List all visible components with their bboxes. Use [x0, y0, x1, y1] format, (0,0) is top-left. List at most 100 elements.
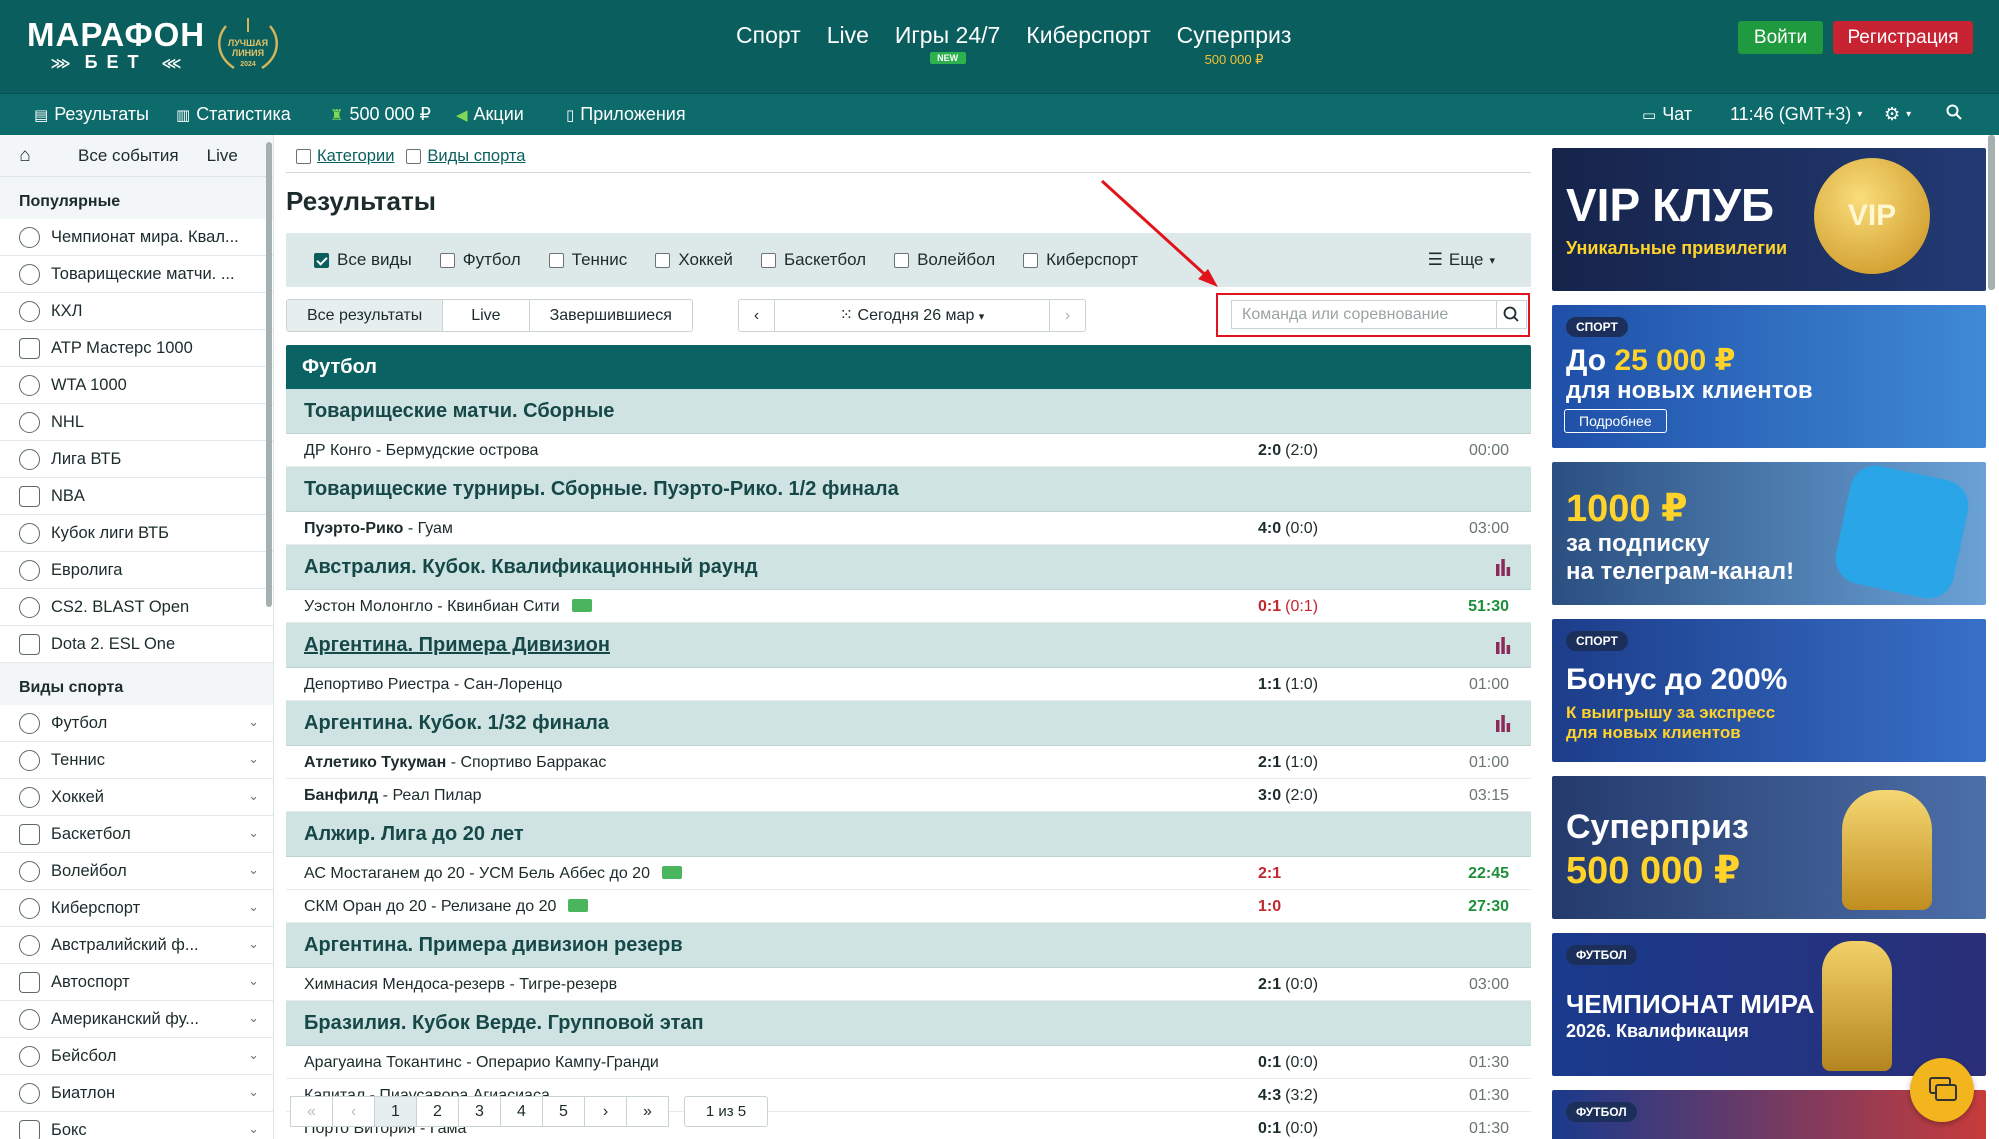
details-button[interactable]: Подробнее	[1564, 409, 1667, 433]
next-date-button[interactable]: ›	[1049, 300, 1085, 331]
filter-basketball[interactable]: Баскетбол	[760, 250, 866, 270]
page-button[interactable]: 4	[500, 1096, 543, 1127]
sidebar-scrollbar[interactable]	[266, 142, 272, 607]
prev-page-button[interactable]: ‹	[332, 1096, 375, 1127]
nav-sport[interactable]: Спорт	[736, 22, 801, 68]
chevron-down-icon[interactable]: ⌄	[248, 1084, 259, 1100]
apps-link[interactable]: ▯ Приложения	[566, 104, 686, 125]
settings-button[interactable]: ⚙ ▾	[1884, 104, 1911, 125]
statistics-link[interactable]: ▥ Статистика	[176, 104, 291, 125]
first-page-button[interactable]: «	[290, 1096, 333, 1127]
chevron-down-icon[interactable]: ⌄	[248, 862, 259, 878]
page-button[interactable]: 5	[542, 1096, 585, 1127]
chevron-down-icon[interactable]: ⌄	[248, 1047, 259, 1063]
nav-superprize[interactable]: Суперприз 500 000 ₽	[1177, 22, 1292, 68]
tab-all-results[interactable]: Все результаты	[287, 300, 444, 331]
nav-games[interactable]: Игры 24/7 NEW	[895, 22, 1000, 68]
chevron-down-icon[interactable]: ⌄	[248, 788, 259, 804]
sidebar-popular-item[interactable]: WTA 1000	[0, 367, 273, 404]
banner-world-cup[interactable]: ФУТБОЛ ЧЕМПИОНАТ МИРА 2026. Квалификация	[1552, 933, 1986, 1076]
sidebar-popular-item[interactable]: Евролига	[0, 552, 273, 589]
filter-volleyball[interactable]: Волейбол	[894, 250, 995, 270]
match-row[interactable]: АС Мостаганем до 20 - УСМ Бель Аббес до …	[286, 857, 1531, 890]
chevron-down-icon[interactable]: ⌄	[248, 1121, 259, 1137]
filter-tennis[interactable]: Теннис	[548, 250, 627, 270]
sidebar-sport-item[interactable]: Киберспорт ⌄	[0, 890, 273, 927]
sidebar-popular-item[interactable]: Товарищеские матчи. ...	[0, 256, 273, 293]
match-row[interactable]: ДР Конго - Бермудские острова 2:0 (2:0) 00:…	[286, 434, 1531, 467]
sidebar-sport-item[interactable]: Хоккей ⌄	[0, 779, 273, 816]
tab-finished[interactable]: Завершившиеся	[529, 300, 692, 331]
banner-express-bonus[interactable]: СПОРТ Бонус до 200% К выигрышу за экспре…	[1552, 619, 1986, 762]
match-row[interactable]: Банфилд - Реал Пилар 3:0 (2:0) 03:15	[286, 779, 1531, 812]
video-icon[interactable]	[568, 899, 589, 912]
page-button[interactable]: 1	[374, 1096, 417, 1127]
sidebar-popular-item[interactable]: Dota 2. ESL One	[0, 626, 273, 663]
prize-link[interactable]: ♜ 500 000 ₽	[330, 104, 431, 125]
chevron-down-icon[interactable]: ⌄	[248, 714, 259, 730]
statistics-icon[interactable]	[1494, 714, 1512, 732]
search-button[interactable]	[1946, 104, 1962, 120]
search-submit-button[interactable]	[1496, 300, 1527, 329]
chevron-down-icon[interactable]: ⌄	[248, 1010, 259, 1026]
match-row[interactable]: СКМ Оран до 20 - Релизане до 20 1:0 27:30	[286, 890, 1531, 923]
search-input[interactable]	[1231, 300, 1496, 329]
chevron-down-icon[interactable]: ⌄	[248, 899, 259, 915]
sidebar-sport-item[interactable]: Автоспорт ⌄	[0, 964, 273, 1001]
register-button[interactable]: Регистрация	[1833, 21, 1973, 54]
banner-welcome-bonus[interactable]: СПОРТ До 25 000 ₽ для новых клиентов Под…	[1552, 305, 1986, 448]
filter-all[interactable]: Все виды	[314, 250, 412, 270]
sidebar-sport-item[interactable]: Бокс ⌄	[0, 1112, 273, 1139]
video-icon[interactable]	[571, 599, 592, 612]
all-events-link[interactable]: Все события	[78, 146, 179, 166]
last-page-button[interactable]: »	[626, 1096, 669, 1127]
nav-esports[interactable]: Киберспорт	[1026, 22, 1150, 68]
login-button[interactable]: Войти	[1738, 21, 1823, 54]
match-row[interactable]: Химнасия Мендоса-резерв - Тигре-резерв 2:…	[286, 968, 1531, 1001]
sidebar-popular-item[interactable]: NBA	[0, 478, 273, 515]
sidebar-sport-item[interactable]: Американский фу... ⌄	[0, 1001, 273, 1038]
nav-live[interactable]: Live	[827, 22, 869, 68]
logo[interactable]: МАРАФОН ⋙ БЕТ ⋘	[27, 18, 205, 73]
sidebar-sport-item[interactable]: Футбол ⌄	[0, 705, 273, 742]
sidebar-sport-item[interactable]: Волейбол ⌄	[0, 853, 273, 890]
sidebar-sport-item[interactable]: Бейсбол ⌄	[0, 1038, 273, 1075]
sports-checkbox[interactable]: Виды спорта	[406, 147, 525, 166]
date-select[interactable]: ⁙ Сегодня 26 мар ▾	[775, 300, 1049, 331]
next-page-button[interactable]: ›	[584, 1096, 627, 1127]
page-scrollbar[interactable]	[1988, 135, 1995, 290]
competition-header[interactable]: Аргентина. Примера Дивизион	[286, 623, 1531, 668]
match-row[interactable]: Арагуаина Токантинс - Операрио Кампу-Гра…	[286, 1046, 1531, 1079]
chevron-down-icon[interactable]: ⌄	[248, 936, 259, 952]
video-icon[interactable]	[661, 866, 682, 879]
statistics-icon[interactable]	[1494, 636, 1512, 654]
statistics-icon[interactable]	[1494, 558, 1512, 576]
prev-date-button[interactable]: ‹	[739, 300, 775, 331]
match-row[interactable]: Пуэрто-Рико - Гуам 4:0 (0:0) 03:00	[286, 512, 1531, 545]
banner-telegram[interactable]: 1000 ₽ за подписку на телеграм-канал!	[1552, 462, 1986, 605]
more-filters-button[interactable]: ☰ Еще ▾	[1428, 250, 1495, 270]
match-row[interactable]: Уэстон Молонгло - Квинбиан Сити 0:1 (0:1) 5…	[286, 590, 1531, 623]
sidebar-sport-item[interactable]: Австралийский ф... ⌄	[0, 927, 273, 964]
home-icon[interactable]: ⌂	[0, 145, 50, 167]
filter-football[interactable]: Футбол	[439, 250, 521, 270]
sidebar-popular-item[interactable]: CS2. BLAST Open	[0, 589, 273, 626]
sidebar-sport-item[interactable]: Теннис ⌄	[0, 742, 273, 779]
banner-vip-club[interactable]: VIP КЛУБ Уникальные привилегии VIP	[1552, 148, 1986, 291]
chevron-down-icon[interactable]: ⌄	[248, 751, 259, 767]
sidebar-sport-item[interactable]: Баскетбол ⌄	[0, 816, 273, 853]
chat-link[interactable]: ▭ Чат	[1642, 104, 1692, 125]
timezone-select[interactable]: 11:46 (GMT+3) ▾	[1730, 104, 1862, 125]
page-button[interactable]: 3	[458, 1096, 501, 1127]
match-row[interactable]: Атлетико Тукуман - Спортиво Барракас 2:1(…	[286, 746, 1531, 779]
live-link[interactable]: Live	[207, 146, 238, 166]
sidebar-sport-item[interactable]: Биатлон ⌄	[0, 1075, 273, 1112]
sidebar-popular-item[interactable]: Чемпионат мира. Квал...	[0, 219, 273, 256]
banner-superprize[interactable]: Суперприз 500 000 ₽	[1552, 776, 1986, 919]
categories-checkbox[interactable]: Категории	[296, 147, 394, 166]
sidebar-popular-item[interactable]: NHL	[0, 404, 273, 441]
sidebar-popular-item[interactable]: ATP Мастерс 1000	[0, 330, 273, 367]
sidebar-popular-item[interactable]: Лига ВТБ	[0, 441, 273, 478]
match-row[interactable]: Депортиво Риестра - Сан-Лоренцо 1:1 (1:0) 0…	[286, 668, 1531, 701]
support-chat-button[interactable]	[1910, 1058, 1974, 1122]
